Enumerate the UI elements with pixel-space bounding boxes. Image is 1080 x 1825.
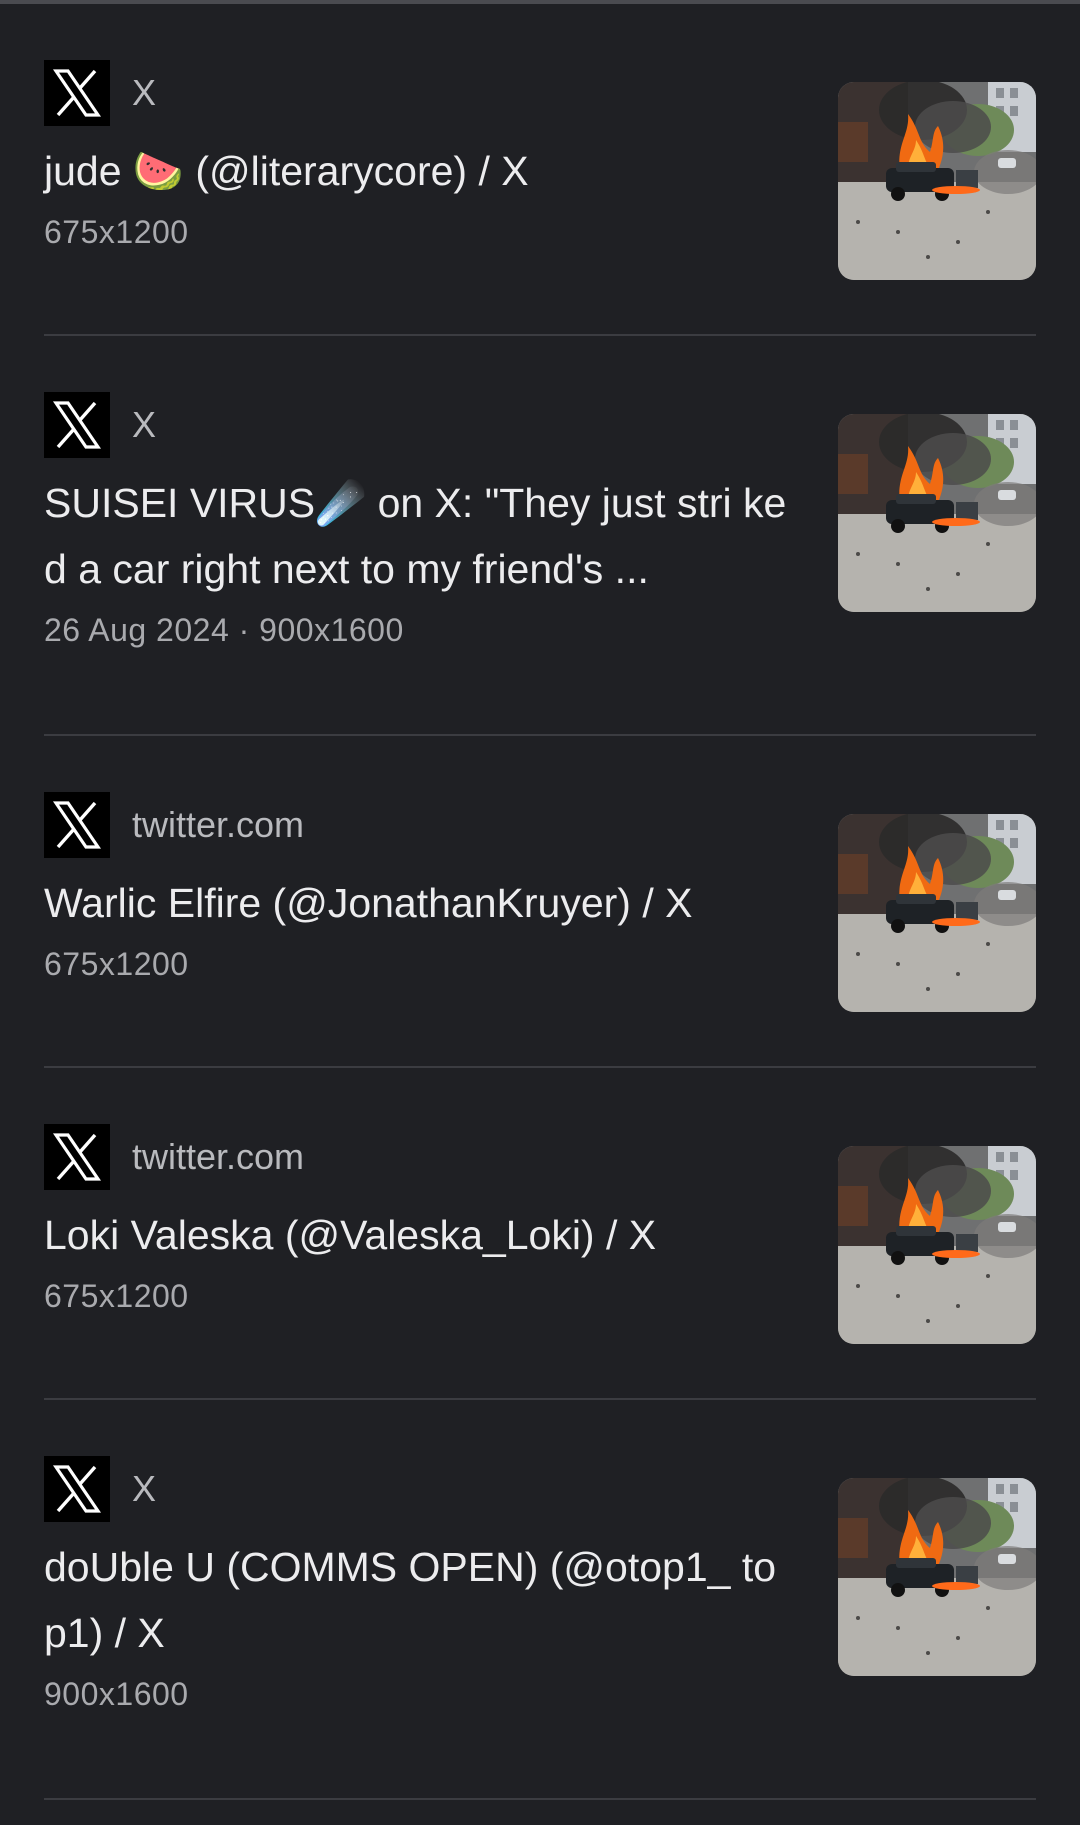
result-title[interactable]: Warlic Elfire (@JonathanKruyer) / X: [44, 870, 794, 936]
result-source: twitter.com: [44, 792, 794, 858]
image-results-list: X jude 🍉 (@literarycore) / X 675x1200 X …: [0, 4, 1080, 1800]
result-meta: 26 Aug 2024 · 900x1600: [44, 612, 404, 648]
source-name: twitter.com: [132, 1136, 305, 1177]
result-source: twitter.com: [44, 1124, 794, 1190]
result-title[interactable]: doUble U (COMMS OPEN) (@otop1_ top1) / X: [44, 1534, 794, 1666]
result-title[interactable]: SUISEI VIRUS☄️ on X: "They just stri ked…: [44, 470, 794, 602]
x-logo-icon: [44, 1456, 110, 1522]
result-meta: 675x1200: [44, 214, 189, 250]
x-logo-icon: [44, 60, 110, 126]
result-title[interactable]: Loki Valeska (@Valeska_Loki) / X: [44, 1202, 794, 1268]
source-name: X: [132, 72, 157, 113]
x-logo-icon: [44, 792, 110, 858]
result-meta: 675x1200: [44, 1278, 189, 1314]
result-meta: 675x1200: [44, 946, 189, 982]
result-item[interactable]: X jude 🍉 (@literarycore) / X 675x1200: [44, 4, 1036, 336]
result-thumbnail[interactable]: [838, 82, 1036, 280]
result-item[interactable]: X doUble U (COMMS OPEN) (@otop1_ top1) /…: [44, 1400, 1036, 1800]
result-source: X: [44, 392, 794, 458]
result-title[interactable]: jude 🍉 (@literarycore) / X: [44, 138, 794, 204]
result-source: X: [44, 60, 794, 126]
result-thumbnail[interactable]: [838, 814, 1036, 1012]
x-logo-icon: [44, 1124, 110, 1190]
source-name: X: [132, 1468, 157, 1509]
source-name: twitter.com: [132, 804, 305, 845]
result-item[interactable]: twitter.com Warlic Elfire (@JonathanKruy…: [44, 736, 1036, 1068]
result-thumbnail[interactable]: [838, 414, 1036, 612]
result-meta: 900x1600: [44, 1676, 189, 1712]
x-logo-icon: [44, 392, 110, 458]
source-name: X: [132, 404, 157, 445]
result-source: X: [44, 1456, 794, 1522]
result-item[interactable]: twitter.com Loki Valeska (@Valeska_Loki)…: [44, 1068, 1036, 1400]
result-thumbnail[interactable]: [838, 1478, 1036, 1676]
result-item[interactable]: X SUISEI VIRUS☄️ on X: "They just stri k…: [44, 336, 1036, 736]
result-thumbnail[interactable]: [838, 1146, 1036, 1344]
